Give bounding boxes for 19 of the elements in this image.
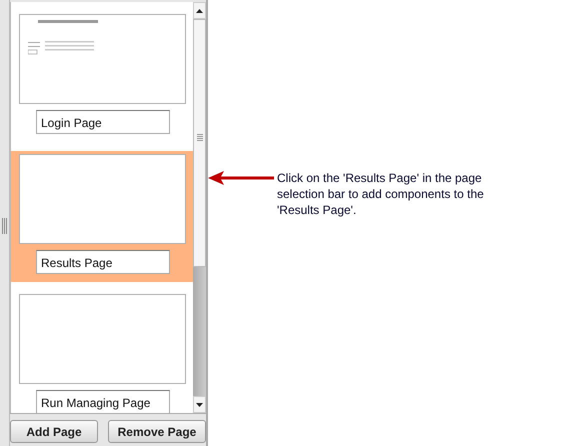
add-page-button[interactable]: Add Page [10,420,98,443]
down-arrow-icon [196,402,204,406]
scrollbar[interactable] [193,2,206,413]
remove-page-button[interactable]: Remove Page [108,420,206,443]
up-arrow-icon [196,8,204,12]
grip-icon [196,134,203,142]
scroll-down-button[interactable] [193,396,206,413]
page-name-field[interactable]: Results Page [36,250,170,274]
page-name-field[interactable]: Run Managing Page [36,390,170,413]
splitter-bar[interactable] [0,0,10,446]
scroll-thumb[interactable] [193,19,206,267]
instruction-text: Click on the 'Results Page' in the page selection bar to add components to the 'Results Page'. [277,170,485,218]
page-item[interactable]: Login Page [11,11,194,142]
scroll-up-button[interactable] [193,2,206,19]
page-name-field[interactable]: Login Page [36,110,170,134]
grip-icon [2,218,7,234]
page-item[interactable]: Run Managing Page [11,291,194,413]
arrow-icon [208,171,274,185]
page-item[interactable]: Results Page [11,151,194,282]
